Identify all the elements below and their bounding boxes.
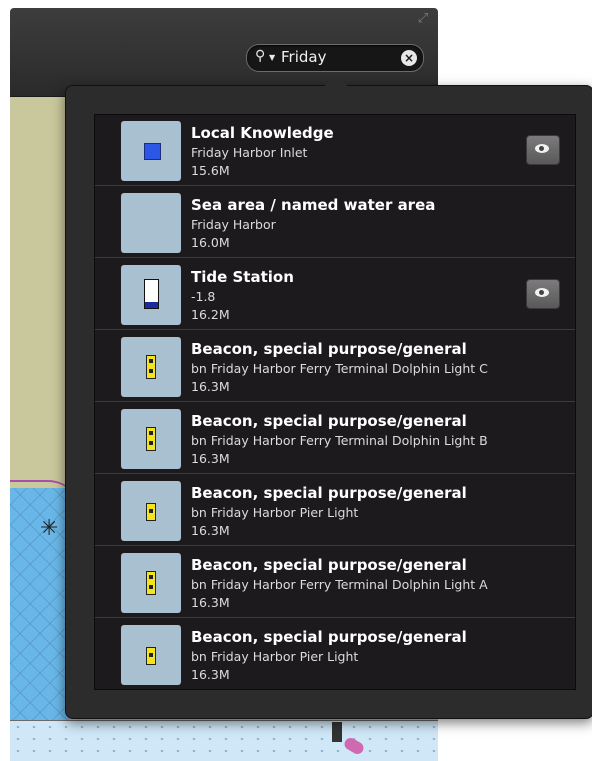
result-row[interactable]: Beacon, special purpose/general bn Friday… xyxy=(95,331,575,402)
result-row[interactable]: Beacon, special purpose/general bn Friday… xyxy=(95,547,575,618)
view-button[interactable] xyxy=(526,279,560,309)
result-row[interactable]: Tide Station -1.8 16.2M xyxy=(95,259,575,330)
local-knowledge-icon xyxy=(144,143,161,160)
result-title: Beacon, special purpose/general xyxy=(191,412,467,430)
result-subtitle: Friday Harbor xyxy=(191,217,276,232)
result-row[interactable]: Beacon, special purpose/general bn Friday… xyxy=(95,475,575,546)
result-subtitle: -1.8 xyxy=(191,289,216,304)
result-thumbnail xyxy=(121,193,181,253)
beacon-icon xyxy=(146,427,156,451)
beacon-icon xyxy=(146,571,156,595)
search-field[interactable]: ⚲ ▼ × xyxy=(246,44,424,72)
result-distance: 16.3M xyxy=(191,523,230,538)
map-water-dotted xyxy=(10,720,438,761)
results-list[interactable]: Local Knowledge Friday Harbor Inlet 15.6M S… xyxy=(94,114,576,690)
result-distance: 16.3M xyxy=(191,451,230,466)
result-row[interactable]: Beacon, special purpose/general bn Friday… xyxy=(95,619,575,689)
view-button[interactable] xyxy=(526,135,560,165)
result-thumbnail xyxy=(121,265,181,325)
result-thumbnail xyxy=(121,553,181,613)
beacon-icon xyxy=(146,503,156,521)
result-title: Sea area / named water area xyxy=(191,196,436,214)
beacon-icon xyxy=(146,647,156,665)
result-distance: 15.6M xyxy=(191,163,230,178)
search-menu-caret-icon[interactable]: ▼ xyxy=(269,53,275,62)
result-title: Beacon, special purpose/general xyxy=(191,484,467,502)
toolbar: ⤢ ⚲ ▼ × xyxy=(10,8,438,97)
result-title: Tide Station xyxy=(191,268,294,286)
result-distance: 16.3M xyxy=(191,379,230,394)
popover-arrow xyxy=(322,76,350,88)
result-subtitle: bn Friday Harbor Ferry Terminal Dolphin … xyxy=(191,433,488,448)
result-subtitle: bn Friday Harbor Ferry Terminal Dolphin … xyxy=(191,577,488,592)
search-icon[interactable]: ⚲ xyxy=(255,48,265,64)
result-distance: 16.0M xyxy=(191,235,230,250)
result-title: Beacon, special purpose/general xyxy=(191,556,467,574)
result-row[interactable]: Beacon, special purpose/general bn Friday… xyxy=(95,403,575,474)
fullscreen-icon[interactable]: ⤢ xyxy=(416,12,430,26)
result-thumbnail xyxy=(121,481,181,541)
eye-icon xyxy=(535,288,549,297)
result-subtitle: bn Friday Harbor Pier Light xyxy=(191,649,359,664)
result-thumbnail xyxy=(121,625,181,685)
result-thumbnail xyxy=(121,337,181,397)
result-distance: 16.3M xyxy=(191,595,230,610)
eye-icon xyxy=(535,144,549,153)
result-subtitle: bn Friday Harbor Pier Light xyxy=(191,505,359,520)
result-row[interactable]: Sea area / named water area Friday Harbor… xyxy=(95,187,575,258)
result-distance: 16.2M xyxy=(191,307,230,322)
clear-icon[interactable]: × xyxy=(401,50,417,66)
result-subtitle: bn Friday Harbor Ferry Terminal Dolphin … xyxy=(191,361,488,376)
result-distance: 16.3M xyxy=(191,667,230,682)
result-title: Local Knowledge xyxy=(191,124,334,142)
beacon-icon xyxy=(146,355,156,379)
result-subtitle: Friday Harbor Inlet xyxy=(191,145,308,160)
map-symbol-star: ✳ xyxy=(40,516,59,541)
tide-station-icon xyxy=(144,279,159,309)
result-thumbnail xyxy=(121,409,181,469)
result-title: Beacon, special purpose/general xyxy=(191,628,467,646)
result-title: Beacon, special purpose/general xyxy=(191,340,467,358)
search-input[interactable] xyxy=(281,48,391,66)
result-thumbnail xyxy=(121,121,181,181)
search-results-popover: Local Knowledge Friday Harbor Inlet 15.6M S… xyxy=(65,85,592,719)
map-buoy xyxy=(332,722,342,742)
result-row[interactable]: Local Knowledge Friday Harbor Inlet 15.6M xyxy=(95,115,575,186)
